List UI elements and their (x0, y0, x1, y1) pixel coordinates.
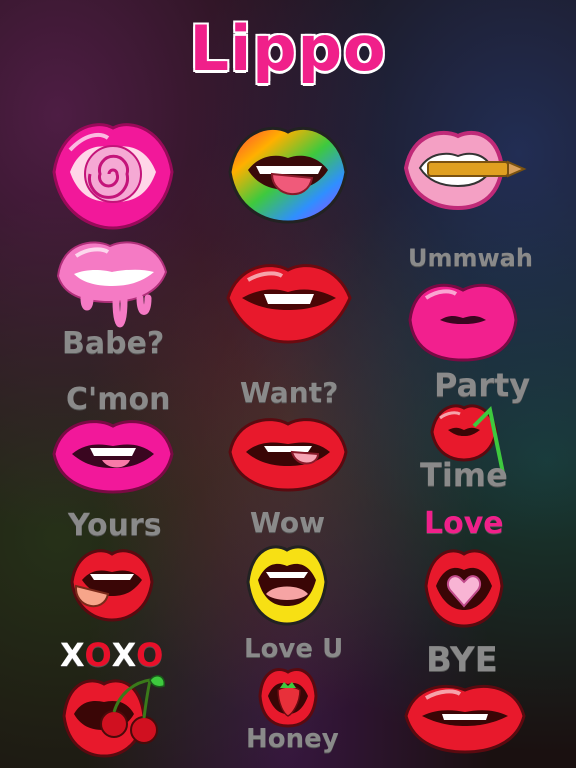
sticker-strawberry[interactable] (256, 664, 320, 728)
caption-love: Love (424, 506, 504, 541)
caption-ummwah: Ummwah (408, 244, 533, 272)
sticker-lip-bite[interactable] (224, 258, 354, 344)
caption-want: Want? (240, 376, 339, 409)
caption-time: Time (420, 456, 508, 494)
sticker-bullet-bite[interactable] (400, 124, 528, 214)
caption-love-u: Love U (244, 634, 344, 664)
sticker-red-smile[interactable] (402, 680, 528, 754)
caption-xoxo: XOXO (60, 636, 165, 674)
caption-babe: Babe? (62, 326, 165, 361)
sticker-rainbow-tongue[interactable] (226, 118, 350, 226)
sticker-dripping-pink[interactable] (54, 236, 170, 338)
sticker-pink-tongue[interactable] (50, 414, 176, 494)
caption-yours: Yours (68, 508, 162, 543)
sticker-cherries[interactable] (60, 672, 170, 758)
caption-wow: Wow (250, 506, 325, 539)
caption-cmon: C'mon (66, 382, 171, 417)
sticker-kiss-pink[interactable] (404, 276, 522, 362)
caption-party: Party (434, 366, 531, 404)
sticker-tongue-out[interactable] (68, 544, 156, 624)
caption-honey: Honey (246, 724, 339, 754)
sticker-red-tongue[interactable] (226, 412, 350, 492)
caption-bye: BYE (426, 640, 498, 680)
app-title: Lippo (189, 12, 387, 85)
sticker-yellow-open[interactable] (244, 540, 330, 626)
sticker-lollipop[interactable] (50, 110, 176, 234)
sticker-heart-candy[interactable] (422, 544, 506, 628)
